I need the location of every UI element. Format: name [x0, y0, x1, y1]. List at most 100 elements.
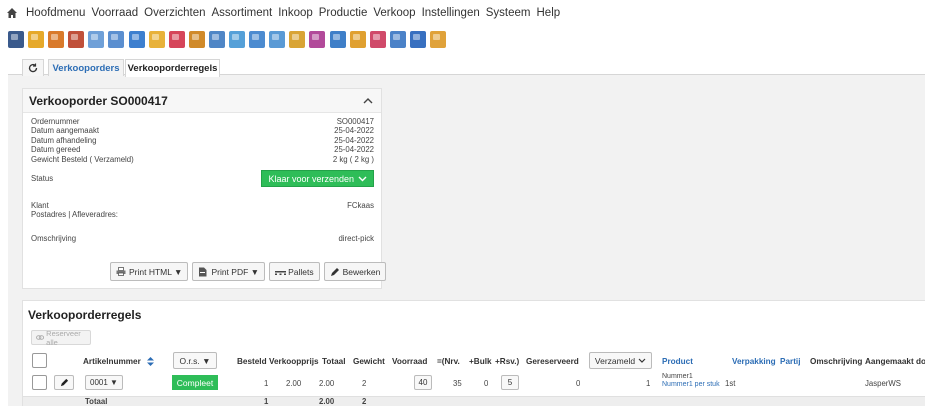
document-chart-icon[interactable]	[289, 30, 306, 48]
field-label: Ordernummer	[31, 117, 80, 126]
menu-item-systeem[interactable]: Systeem	[486, 7, 531, 19]
field-ordernummer: Ordernummer SO000417	[31, 117, 374, 126]
print-pdf-button[interactable]: Print PDF ▼	[192, 262, 266, 281]
product-name-link[interactable]: Nummer1 per stuk	[662, 381, 720, 389]
ors-filter-dropdown[interactable]: O.r.s. ▼	[173, 352, 217, 369]
cell-gereserveerd: 0	[576, 379, 581, 388]
users-icon[interactable]	[409, 30, 426, 48]
package-edit-icon[interactable]	[269, 30, 286, 48]
pen-icon[interactable]	[148, 30, 165, 48]
calculator-icon[interactable]	[68, 30, 85, 48]
menu-item-instellingen[interactable]: Instellingen	[422, 7, 480, 19]
verzameld-dropdown[interactable]: Verzameld	[589, 352, 652, 369]
field-label: Datum gereed	[31, 145, 81, 155]
refresh-icon[interactable]	[22, 59, 44, 76]
status-select[interactable]: Klaar voor verzenden	[261, 170, 374, 188]
totals-row: Totaal 1 2.00 2	[23, 396, 925, 406]
field-omschrijving: Omschrijving direct-pick	[31, 234, 374, 243]
field-label: Datum aangemaakt	[31, 126, 100, 136]
cell-totaal: 2.00	[319, 379, 335, 388]
row-checkbox[interactable]	[32, 375, 47, 390]
totals-gewicht: 2	[362, 397, 367, 406]
tab-verkooporders[interactable]: Verkooporders	[48, 59, 124, 76]
home-icon[interactable]	[6, 6, 20, 20]
order-card: Verkooporder SO000417 Ordernummer SO0004…	[22, 88, 387, 289]
menu-item-overzichten[interactable]: Overzichten	[144, 7, 205, 19]
col-aangemaakt: Aangemaakt do	[865, 356, 925, 366]
icon-toolbar	[8, 28, 450, 50]
field-value: 25-04-2022	[334, 126, 374, 136]
grid-icon[interactable]	[108, 30, 125, 48]
cell-verkoopprijs: 2.00	[286, 379, 302, 388]
cell-bulk: 0	[484, 379, 489, 388]
menu-item-voorraad[interactable]: Voorraad	[91, 7, 138, 19]
pencil-icon	[330, 267, 340, 276]
search-user-icon[interactable]	[208, 30, 225, 48]
cell-rsv[interactable]: 5	[501, 375, 519, 390]
cycle-icon[interactable]	[249, 30, 266, 48]
col-verpakking[interactable]: Verpakking	[732, 350, 776, 372]
totals-besteld: 1	[264, 397, 269, 406]
select-all-checkbox[interactable]	[32, 353, 47, 368]
person-icon[interactable]	[429, 30, 446, 48]
field-gewicht: Gewicht Besteld ( Verzameld) 2 kg ( 2 kg…	[31, 155, 374, 164]
phone-call-icon[interactable]	[229, 30, 246, 48]
col-verkoopprijs: Verkoopprijs	[269, 356, 319, 366]
artikel-dropdown[interactable]: 0001 ▼	[85, 375, 123, 390]
pdf-icon	[198, 267, 208, 277]
note-icon[interactable]	[349, 30, 366, 48]
menu-item-hoofdmenu[interactable]: Hoofdmenu	[26, 7, 85, 19]
menu-item-verkoop[interactable]: Verkoop	[373, 7, 415, 19]
field-label: Klant	[31, 200, 49, 210]
bewerken-button[interactable]: Bewerken	[323, 262, 387, 281]
col-totaal: Totaal	[322, 356, 346, 366]
col-gereserveerd: Gereserveerd	[526, 356, 579, 366]
tab-verkooporderregels[interactable]: Verkooporderregels	[125, 59, 220, 77]
menu-item-inkoop[interactable]: Inkoop	[278, 7, 313, 19]
col-gewicht: Gewicht	[353, 356, 385, 366]
field-value: 2 kg ( 2 kg )	[332, 154, 374, 164]
flower-icon[interactable]	[168, 30, 185, 48]
field-label: Omschrijving	[31, 233, 77, 243]
truck-icon[interactable]	[188, 30, 205, 48]
col-artikelnummer[interactable]: Artikelnummer	[83, 350, 154, 372]
field-datum-gereed: Datum gereed 25-04-2022	[31, 145, 374, 154]
invoice-icon[interactable]	[369, 30, 386, 48]
pallets-button[interactable]: Pallets	[269, 262, 320, 281]
menu-item-assortiment[interactable]: Assortiment	[212, 7, 273, 19]
order-title: Verkooporder SO000417	[29, 93, 168, 108]
cell-omschrijving: 1st	[725, 379, 736, 388]
box-blue-icon[interactable]	[128, 30, 145, 48]
chart-icon[interactable]	[28, 30, 45, 48]
print-html-button[interactable]: Print HTML ▼	[110, 262, 189, 281]
row-edit-button[interactable]	[54, 375, 74, 390]
menu-bar: Hoofdmenu Voorraad Overzichten Assortime…	[0, 0, 925, 26]
menu-item-help[interactable]: Help	[537, 7, 561, 19]
share-icon[interactable]	[389, 30, 406, 48]
col-product[interactable]: Product	[662, 350, 693, 372]
pencil-icon	[60, 378, 68, 387]
chevron-down-icon	[358, 176, 367, 182]
status-label: Status	[31, 174, 54, 184]
collapse-icon[interactable]	[363, 95, 373, 107]
tools-icon[interactable]	[48, 30, 65, 48]
cell-voorraad[interactable]: 40	[414, 375, 432, 390]
field-label: Gewicht Besteld ( Verzameld)	[31, 154, 134, 164]
cell-gewicht: 2	[362, 379, 367, 388]
field-value: 25-04-2022	[334, 145, 374, 155]
field-value: SO000417	[336, 117, 374, 126]
reserve-all-button[interactable]: Reserveer alle	[31, 329, 91, 347]
link-icon	[36, 335, 45, 340]
cell-product: Nummer1 Nummer1 per stuk	[662, 373, 720, 389]
export-icon[interactable]	[329, 30, 346, 48]
crates-icon[interactable]	[309, 30, 326, 48]
menu-item-productie[interactable]: Productie	[319, 7, 368, 19]
status-value: Klaar voor verzenden	[268, 173, 354, 184]
print-pdf-label: Print PDF ▼	[211, 266, 260, 277]
order-lines-panel: Verkooporderregels Reserveer alle Artike…	[22, 300, 925, 406]
col-partij[interactable]: Partij	[780, 350, 800, 372]
warehouse-icon[interactable]	[88, 30, 105, 48]
chevron-down-icon	[638, 358, 646, 363]
field-label: Postadres | Afleveradres:	[31, 210, 118, 220]
phone-icon[interactable]	[8, 30, 24, 48]
